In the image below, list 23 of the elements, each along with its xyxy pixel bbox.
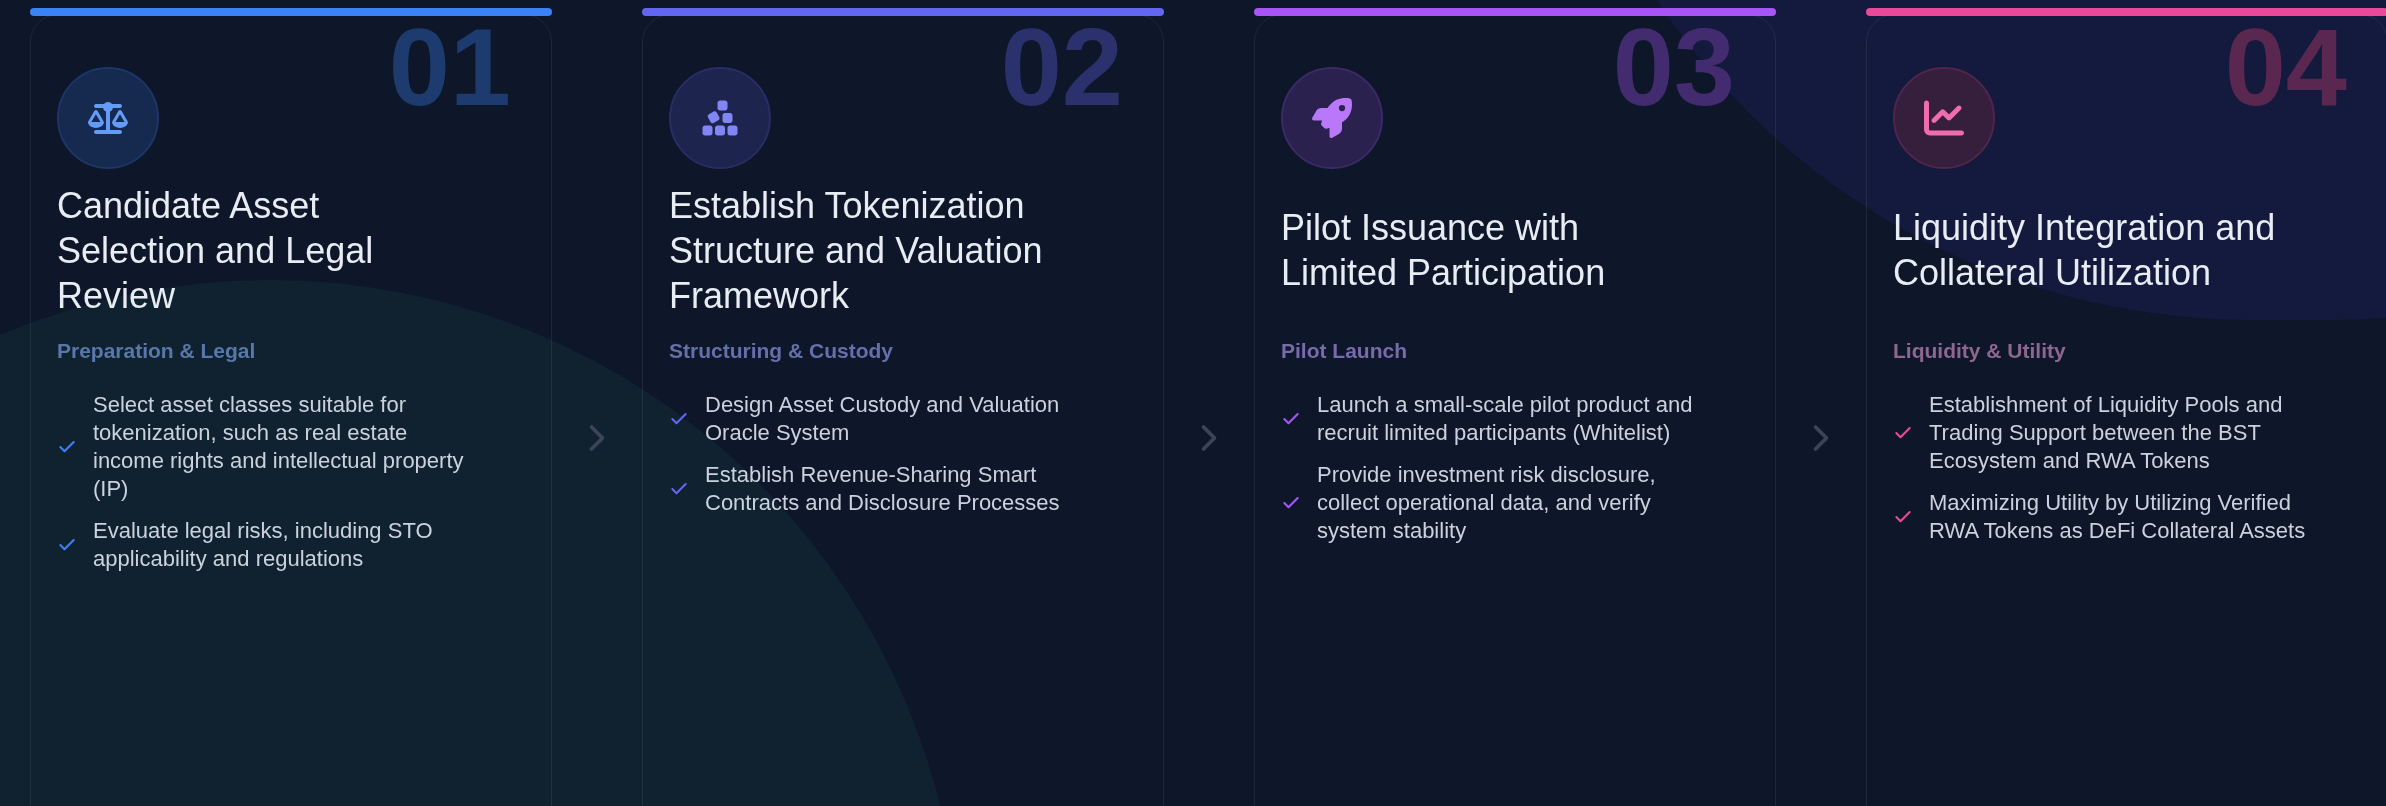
step-subtitle: Liquidity & Utility <box>1893 338 2067 364</box>
step-title: Liquidity Integration and Collateral Utilization <box>1893 206 2277 295</box>
step-number: 04 <box>2224 17 2347 117</box>
step-number: 02 <box>1000 17 1123 117</box>
step-title: Establish Tokenization Structure and Valuation Framework <box>669 183 1044 318</box>
step-item-text: Provide investment risk disclosure, collect operational data, and verify system stability <box>1317 460 1657 545</box>
step-subtitle: Structuring & Custody <box>669 338 894 364</box>
step-subtitle: Pilot Launch <box>1281 338 1408 364</box>
step-item-text: Select asset classes suitable for tokenization, such as real estate income rights and intellectual property (IP) <box>93 390 465 503</box>
line-chart-icon <box>1924 98 1964 138</box>
step-item-text: Maximizing Utility by Utilizing Verified RWA Tokens as DeFi Collateral Assets <box>1929 488 2307 545</box>
step-item-text: Evaluate legal risks, including STO applicability and regulations <box>93 516 434 573</box>
step-number: 03 <box>1612 17 1735 117</box>
step-title: Candidate Asset Selection and Legal Review <box>57 183 375 318</box>
step-item-text: Establish Revenue-Sharing Smart Contracts and Disclosure Processes <box>705 460 1061 517</box>
step-title: Pilot Issuance with Limited Participation <box>1281 206 1607 295</box>
step-item-text: Design Asset Custody and Valuation Oracle System <box>705 390 1061 447</box>
step-subtitle: Preparation & Legal <box>57 338 257 364</box>
step-number: 01 <box>388 17 511 117</box>
step-item-text: Launch a small-scale pilot product and recruit limited participants (Whitelist) <box>1317 390 1694 447</box>
step-item-text: Establishment of Liquidity Pools and Trading Support between the BST Ecosystem and RWA Tokens <box>1929 390 2284 475</box>
stacked-blocks-icon <box>700 98 740 138</box>
rocket-icon <box>1312 98 1352 138</box>
